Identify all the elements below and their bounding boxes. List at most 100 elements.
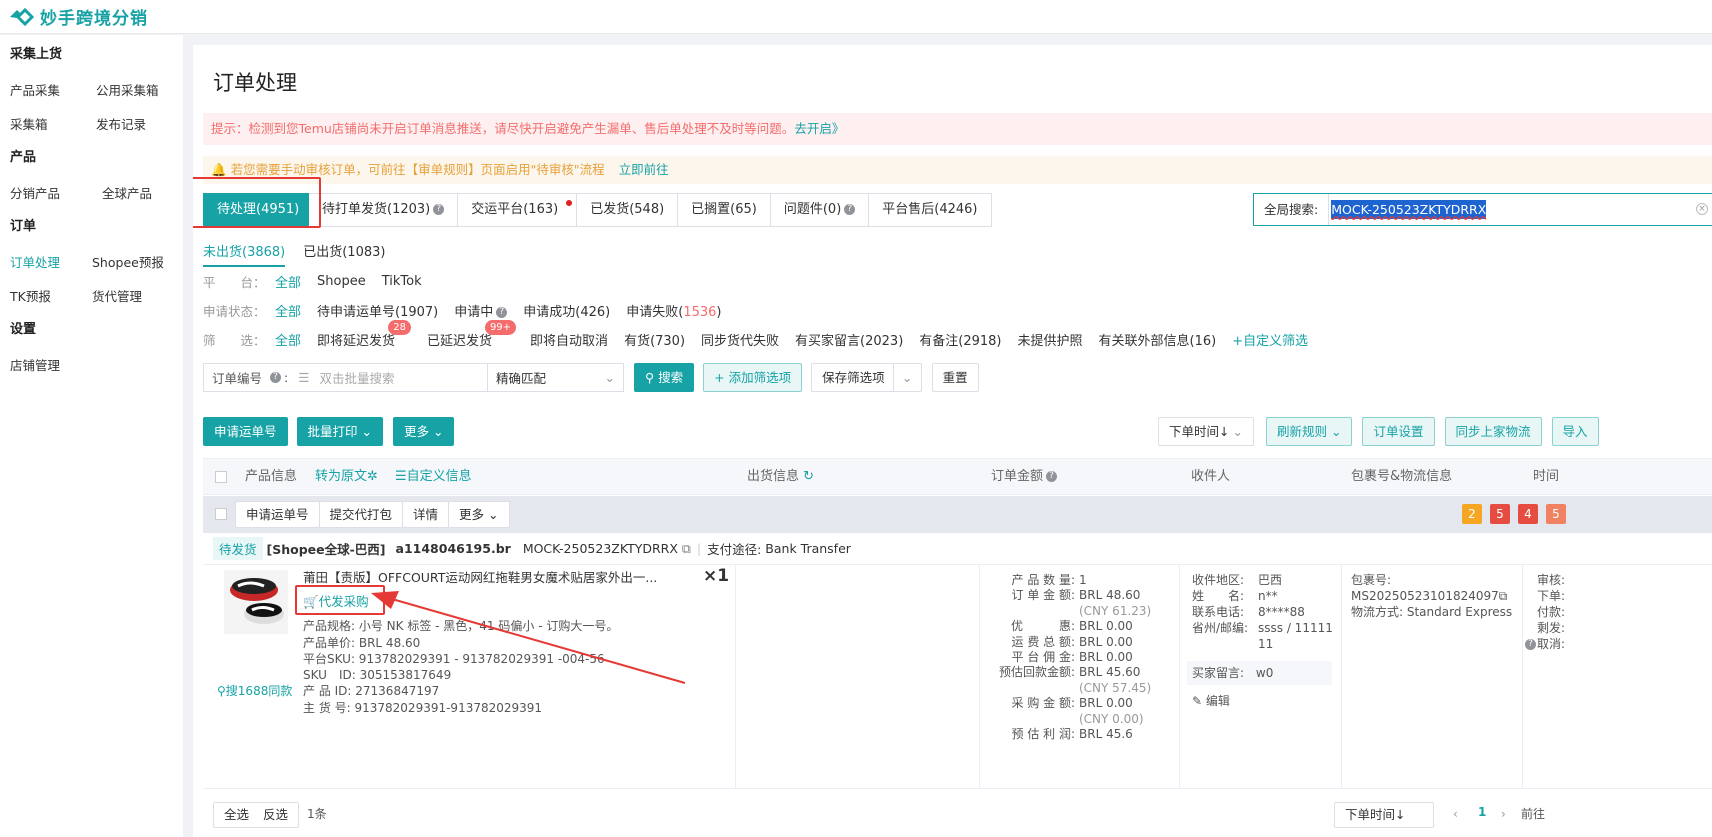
- filter-option[interactable]: TikTok: [382, 274, 422, 289]
- save-filter-button[interactable]: 保存筛选项 ⌄: [811, 363, 922, 392]
- product-title[interactable]: 莆田【责版】OFFCOURT运动网红拖鞋男女魔术贴居家外出一...: [303, 570, 657, 586]
- sync-logistics-button[interactable]: 同步上家物流: [1444, 417, 1542, 446]
- sidebar-item-tk-forecast[interactable]: TK预报: [10, 286, 92, 305]
- enable-push-link[interactable]: 去开启》: [794, 121, 844, 136]
- sidebar-item-global-product[interactable]: 全球产品: [102, 183, 152, 202]
- sidebar-group-settings: 设置: [10, 322, 37, 337]
- amount-label: 预 估 利 润:: [1011, 727, 1076, 741]
- count-square[interactable]: 5: [1546, 504, 1566, 524]
- prev-page-icon[interactable]: ‹: [1453, 806, 1458, 822]
- copy-icon[interactable]: ⧉: [682, 541, 691, 557]
- filter-option[interactable]: 申请成功(426): [523, 301, 610, 320]
- sidebar-item-shopee-forecast[interactable]: Shopee预报: [92, 252, 164, 271]
- filter-apply-status: 申请状态： 全部 待申请运单号(1907) 申请中? 申请成功(426) 申请失…: [203, 300, 737, 320]
- sidebar-item-collect-box[interactable]: 采集箱: [10, 114, 96, 133]
- tab-problem[interactable]: 问题件(0)?: [770, 193, 870, 227]
- receiver-value: ssss / 11111: [1258, 621, 1333, 635]
- product-image[interactable]: [224, 570, 288, 634]
- tab-print-ship[interactable]: 待打单发货(1203)?: [309, 193, 459, 227]
- copy-icon[interactable]: ⧉: [1499, 589, 1508, 603]
- package-label: 包裹号:: [1351, 573, 1392, 587]
- filter-option[interactable]: 即将延迟发货 28: [317, 319, 412, 349]
- chevron-down-icon[interactable]: ⌄: [892, 364, 921, 391]
- filter-option[interactable]: 同步货代失败: [701, 330, 779, 349]
- filter-option[interactable]: 有备注(2918): [919, 330, 1001, 349]
- tab-after-sale[interactable]: 平台售后(4246): [869, 193, 992, 227]
- import-button[interactable]: 导入: [1551, 417, 1599, 446]
- row-checkbox[interactable]: [215, 508, 227, 520]
- footer-sort-select[interactable]: 下单时间↓: [1334, 802, 1434, 828]
- count-square[interactable]: 4: [1518, 504, 1538, 524]
- sidebar-item-forwarder[interactable]: 货代管理: [92, 286, 142, 305]
- filter-option[interactable]: 全部: [275, 301, 301, 320]
- filter-option[interactable]: 已延迟发货 99+: [427, 319, 517, 349]
- sidebar-item-publish-record[interactable]: 发布记录: [96, 114, 146, 133]
- clear-icon[interactable]: ×: [1696, 203, 1708, 215]
- sidebar-item-store-manage[interactable]: 店铺管理: [10, 355, 60, 374]
- apply-waybill-button[interactable]: 申请运单号: [203, 417, 288, 446]
- select-all-checkbox[interactable]: [215, 470, 227, 483]
- filter-option[interactable]: 有买家留言(2023): [795, 330, 903, 349]
- amount-value: BRL 0.00: [1079, 619, 1133, 634]
- batch-print-button[interactable]: 批量打印 ⌄: [296, 417, 383, 446]
- filter-option[interactable]: 全部: [275, 272, 301, 291]
- match-mode-select[interactable]: 精确匹配 ⌄: [488, 363, 624, 392]
- amount-label: 运 费 总 额:: [1011, 634, 1076, 649]
- filter-option[interactable]: 待申请运单号(1907): [317, 301, 438, 320]
- next-page-icon[interactable]: ›: [1501, 806, 1506, 822]
- reset-button[interactable]: 重置: [931, 363, 979, 392]
- sidebar-item-order-process[interactable]: 订单处理: [10, 252, 92, 271]
- filter-option[interactable]: Shopee: [317, 274, 366, 289]
- temu-alert: 提示：检测到您Temu店铺尚未开启订单消息推送，请尽快开启避免产生漏单、售后单处…: [203, 113, 1712, 145]
- chevron-down-icon: ⌄: [1331, 424, 1342, 439]
- account-name: a1148046195.br: [395, 541, 511, 556]
- tab-shelved[interactable]: 已搁置(65): [678, 193, 771, 227]
- amount-value: BRL 0.00: [1079, 696, 1133, 711]
- search-button[interactable]: ⚲ 搜索: [634, 363, 695, 392]
- batch-submit-pack-button[interactable]: 提交代打包: [319, 501, 404, 528]
- tab-handover[interactable]: 交运平台(163): [458, 193, 578, 227]
- sidebar-item-public-box[interactable]: 公用采集箱: [96, 80, 159, 99]
- buyer-message: 买家留言: w0: [1187, 661, 1332, 685]
- more-button[interactable]: 更多 ⌄: [393, 417, 455, 446]
- order-no-search[interactable]: 订单编号 ? : ☰ 双击批量搜索: [203, 363, 488, 392]
- sidebar-item-distribution-product[interactable]: 分销产品: [10, 183, 102, 202]
- batch-apply-waybill-button[interactable]: 申请运单号: [235, 501, 320, 528]
- chevron-down-icon: ⌄: [604, 370, 615, 385]
- refresh-rule-button[interactable]: 刷新规则 ⌄: [1266, 417, 1353, 446]
- subtab-shipped[interactable]: 已出货(1083): [303, 241, 385, 267]
- count-square[interactable]: 2: [1462, 504, 1482, 524]
- refresh-icon[interactable]: ↻: [803, 469, 814, 484]
- global-search-input[interactable]: MOCK-250523ZKTYDRRX: [1331, 200, 1487, 219]
- filter-option[interactable]: 有货(730): [624, 330, 685, 349]
- sidebar-item-product-collect[interactable]: 产品采集: [10, 80, 96, 99]
- subtab-unshipped[interactable]: 未出货(3868): [203, 241, 286, 267]
- go-now-link[interactable]: 立即前往: [619, 162, 669, 177]
- filter-option[interactable]: 有关联外部信息(16): [1099, 330, 1217, 349]
- order-settings-button[interactable]: 订单设置: [1362, 417, 1435, 446]
- custom-filter-link[interactable]: +自定义筛选: [1232, 330, 1308, 349]
- filter-option[interactable]: 申请中?: [454, 301, 508, 320]
- filter-option[interactable]: 未提供护照: [1018, 330, 1083, 349]
- edit-link[interactable]: ✎ 编辑: [1192, 693, 1230, 709]
- add-filter-button[interactable]: + 添加筛选项: [703, 363, 803, 392]
- footer-sort-value: 下单时间↓: [1345, 807, 1406, 822]
- filter-option[interactable]: 申请失败(1536): [626, 301, 721, 320]
- sort-select[interactable]: 下单时间↓ ⌄: [1158, 417, 1254, 446]
- time-order: 下单:: [1537, 589, 1566, 603]
- search-1688-link[interactable]: ⚲搜1688同款: [217, 682, 292, 699]
- filter-option[interactable]: 全部: [275, 330, 301, 349]
- filter-option[interactable]: 即将自动取消: [530, 330, 608, 349]
- to-original-link[interactable]: 转为原文✲: [315, 459, 378, 496]
- page-number[interactable]: 1: [1478, 804, 1486, 820]
- global-search[interactable]: 全局搜索: MOCK-250523ZKTYDRRX ×: [1253, 193, 1712, 226]
- batch-detail-button[interactable]: 详情: [403, 501, 450, 528]
- tab-shipped[interactable]: 已发货(548): [577, 193, 679, 227]
- count-square[interactable]: 5: [1490, 504, 1510, 524]
- batch-search-icon[interactable]: ☰: [298, 370, 309, 385]
- batch-more-button[interactable]: 更多 ⌄: [449, 501, 510, 528]
- custom-info-link[interactable]: ☰自定义信息: [395, 459, 472, 496]
- invert-select-button[interactable]: 反选: [253, 802, 300, 828]
- audit-alert: 🔔 若您需要手动审核订单，可前往【审单规则】页面启用"待审核"流程 立即前往: [203, 156, 1712, 184]
- batch-search-input[interactable]: 双击批量搜索: [319, 368, 394, 387]
